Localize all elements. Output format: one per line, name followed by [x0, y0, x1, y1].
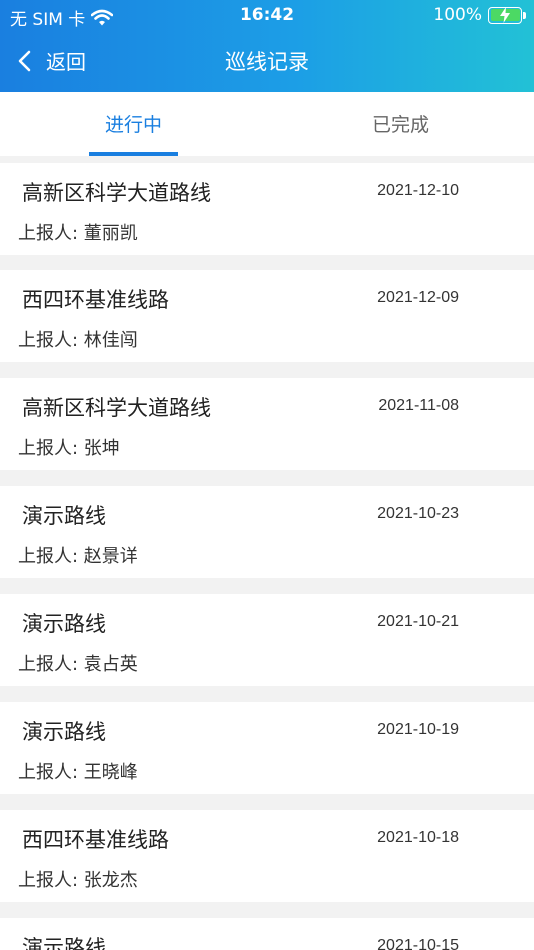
reporter-name: 董丽凯	[83, 223, 138, 244]
record-reporter: 上报人: 董丽凯	[18, 219, 138, 245]
record-reporter: 上报人: 林佳闯	[18, 326, 138, 352]
record-route: 演示路线	[22, 504, 106, 528]
record-reporter: 上报人: 王晓峰	[18, 758, 138, 784]
record-reporter: 上报人: 赵景详	[18, 542, 138, 568]
app-header: 无 SIM 卡 16:42 100% 返回 巡线记录	[0, 0, 534, 92]
record-reporter: 上报人: 袁占英	[18, 650, 138, 676]
record-date: 2021-10-23	[377, 505, 459, 522]
battery-nub	[523, 11, 526, 19]
record-card[interactable]: 高新区科学大道路线 2021-11-08 上报人: 张坤	[0, 378, 534, 470]
record-route: 高新区科学大道路线	[22, 396, 211, 420]
tab-in-progress[interactable]: 进行中	[0, 92, 267, 156]
record-route: 演示路线	[22, 612, 106, 636]
record-route: 西四环基准线路	[22, 828, 169, 852]
battery-icon	[488, 6, 522, 24]
record-route: 演示路线	[22, 936, 106, 950]
reporter-prefix: 上报人:	[18, 546, 84, 567]
tab-bar: 进行中 已完成	[0, 92, 534, 156]
record-card[interactable]: 演示路线 2021-10-23 上报人: 赵景详	[0, 486, 534, 578]
charging-bolt-icon	[500, 6, 510, 23]
record-route: 西四环基准线路	[22, 288, 169, 312]
reporter-name: 张龙杰	[83, 870, 138, 891]
record-card[interactable]: 高新区科学大道路线 2021-12-10 上报人: 董丽凯	[0, 163, 534, 255]
record-date: 2021-11-08	[378, 397, 459, 414]
reporter-prefix: 上报人:	[18, 654, 84, 675]
battery-indicator: 100%	[433, 5, 526, 25]
record-date: 2021-10-18	[377, 829, 459, 846]
record-card[interactable]: 演示路线 2021-10-15	[0, 918, 534, 950]
reporter-prefix: 上报人:	[18, 330, 84, 351]
reporter-name: 王晓峰	[83, 762, 138, 783]
battery-percent: 100%	[433, 5, 482, 25]
record-route: 演示路线	[22, 720, 106, 744]
reporter-name: 张坤	[83, 438, 120, 459]
reporter-prefix: 上报人:	[18, 762, 84, 783]
reporter-name: 赵景详	[83, 546, 138, 567]
record-card[interactable]: 演示路线 2021-10-21 上报人: 袁占英	[0, 594, 534, 686]
record-card[interactable]: 西四环基准线路 2021-10-18 上报人: 张龙杰	[0, 810, 534, 902]
record-date: 2021-10-15	[377, 937, 459, 950]
record-reporter: 上报人: 张坤	[18, 434, 120, 460]
reporter-prefix: 上报人:	[18, 438, 84, 459]
reporter-name: 林佳闯	[83, 330, 138, 351]
page-title: 巡线记录	[225, 50, 309, 74]
record-route: 高新区科学大道路线	[22, 181, 211, 205]
record-reporter: 上报人: 张龙杰	[18, 866, 138, 892]
reporter-prefix: 上报人:	[18, 223, 84, 244]
active-tab-indicator	[89, 152, 178, 156]
record-date: 2021-10-19	[377, 721, 459, 738]
reporter-prefix: 上报人:	[18, 870, 84, 891]
status-bar: 无 SIM 卡 16:42 100%	[0, 0, 534, 30]
record-card[interactable]: 演示路线 2021-10-19 上报人: 王晓峰	[0, 702, 534, 794]
record-card[interactable]: 西四环基准线路 2021-12-09 上报人: 林佳闯	[0, 270, 534, 362]
record-date: 2021-10-21	[377, 613, 459, 630]
nav-bar: 返回 巡线记录	[0, 30, 534, 92]
reporter-name: 袁占英	[83, 654, 138, 675]
tab-completed[interactable]: 已完成	[267, 92, 534, 156]
record-date: 2021-12-10	[377, 182, 459, 199]
record-date: 2021-12-09	[377, 289, 459, 306]
